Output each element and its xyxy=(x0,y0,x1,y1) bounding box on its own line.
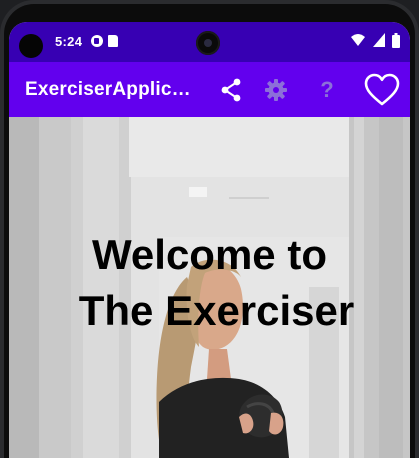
app-title: ExerciserApplicat… xyxy=(25,79,200,100)
sd-card-icon xyxy=(108,35,118,47)
settings-icon xyxy=(265,79,287,101)
share-button[interactable] xyxy=(216,75,246,105)
welcome-line-1: Welcome to xyxy=(92,231,327,278)
wifi-icon xyxy=(351,34,366,46)
device-screen: 5:24 ExerciserApplicat… ? Welcome to The… xyxy=(9,22,410,458)
help-button[interactable]: ? xyxy=(312,75,342,105)
settings-button[interactable] xyxy=(261,75,291,105)
front-camera xyxy=(196,31,220,55)
app-bar: ExerciserApplicat… ? xyxy=(9,62,410,117)
hero-image: Welcome to The Exerciser xyxy=(9,117,410,458)
heart-icon xyxy=(364,73,400,106)
help-icon: ? xyxy=(320,77,334,102)
favorite-button[interactable] xyxy=(364,73,400,107)
camera-cutout xyxy=(19,34,43,58)
battery-icon xyxy=(392,33,400,48)
status-time: 5:24 xyxy=(55,34,83,49)
welcome-line-2: The Exerciser xyxy=(78,287,355,334)
share-icon xyxy=(221,78,241,102)
signal-icon xyxy=(372,33,385,47)
notification-icon xyxy=(91,35,103,47)
status-bar: 5:24 xyxy=(9,22,410,62)
welcome-heading: Welcome to The Exerciser xyxy=(9,227,410,339)
status-icons xyxy=(348,33,400,49)
